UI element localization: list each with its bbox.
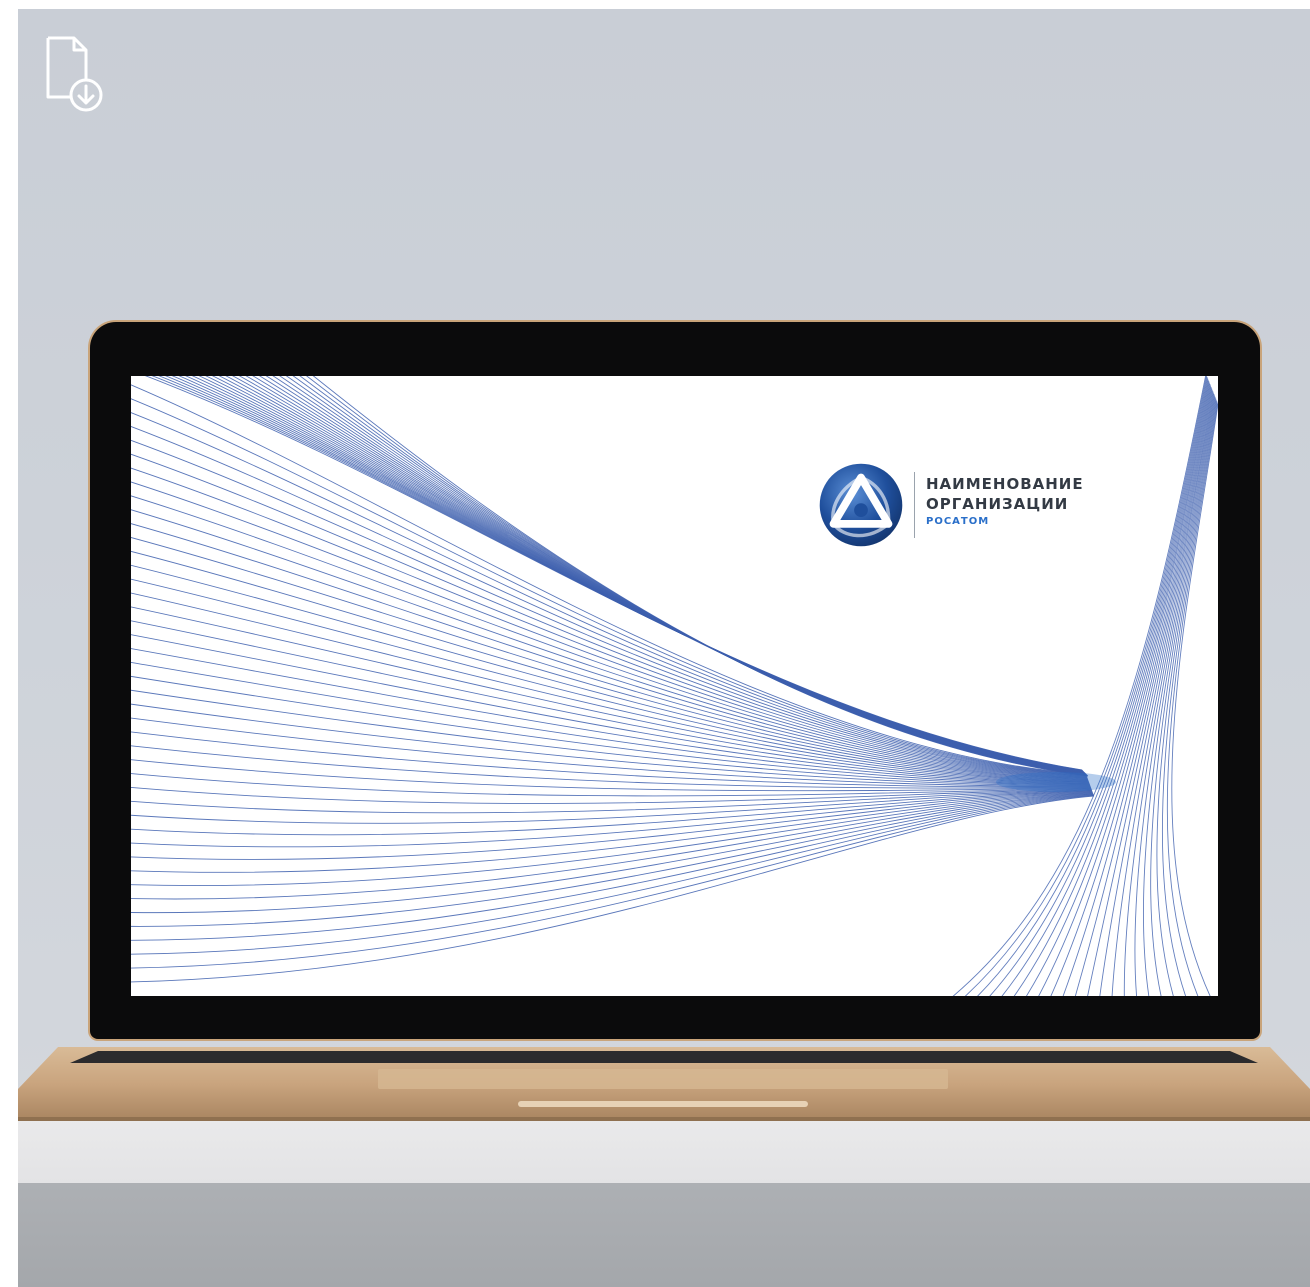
wave-line — [191, 376, 1084, 773]
org-name-line1: НАИМЕНОВАНИЕ — [926, 475, 1084, 493]
wave-line — [131, 675, 1090, 786]
wave-line — [306, 376, 1088, 777]
wave-line — [131, 398, 1087, 775]
wave-line — [131, 792, 1094, 914]
wave-glow — [996, 772, 1116, 792]
wave-line — [131, 791, 1093, 873]
laptop-base — [18, 1047, 1310, 1121]
wave-line — [131, 578, 1089, 782]
desk-front — [18, 1183, 1310, 1287]
wave-line — [131, 794, 1094, 955]
file-download-icon[interactable] — [44, 35, 106, 115]
wave-line — [245, 376, 1086, 775]
wave-line — [131, 795, 1094, 969]
wave-line — [299, 376, 1088, 776]
photo-scene: НАИМЕНОВАНИЕ ОРГАНИЗАЦИИ РОСАТОМ — [18, 9, 1310, 1287]
wave-line — [144, 376, 1083, 771]
laptop-screen: НАИМЕНОВАНИЕ ОРГАНИЗАЦИИ РОСАТОМ — [131, 376, 1218, 996]
brand-name: РОСАТОМ — [926, 516, 990, 527]
wave-line — [131, 795, 1095, 983]
wave-line — [225, 376, 1085, 774]
wave-line — [1099, 391, 1214, 996]
wave-line — [131, 792, 1093, 900]
wave-line — [131, 550, 1089, 781]
wave-line — [151, 376, 1083, 771]
wave-line — [312, 376, 1089, 777]
wave-line — [272, 376, 1087, 776]
wave-lines-graphic — [131, 376, 1218, 996]
org-name-block: НАИМЕНОВАНИЕ ОРГАНИЗАЦИИ РОСАТОМ — [926, 474, 1084, 530]
org-name-line2: ОРГАНИЗАЦИИ — [926, 495, 1069, 513]
wave-line — [279, 376, 1087, 776]
wave-line — [205, 376, 1085, 773]
rosatom-logo-icon — [819, 463, 903, 547]
wave-line — [131, 794, 1094, 941]
wave-line — [131, 793, 1094, 927]
desk — [18, 1107, 1310, 1287]
wave-line — [158, 376, 1083, 771]
logo-divider — [914, 472, 915, 538]
